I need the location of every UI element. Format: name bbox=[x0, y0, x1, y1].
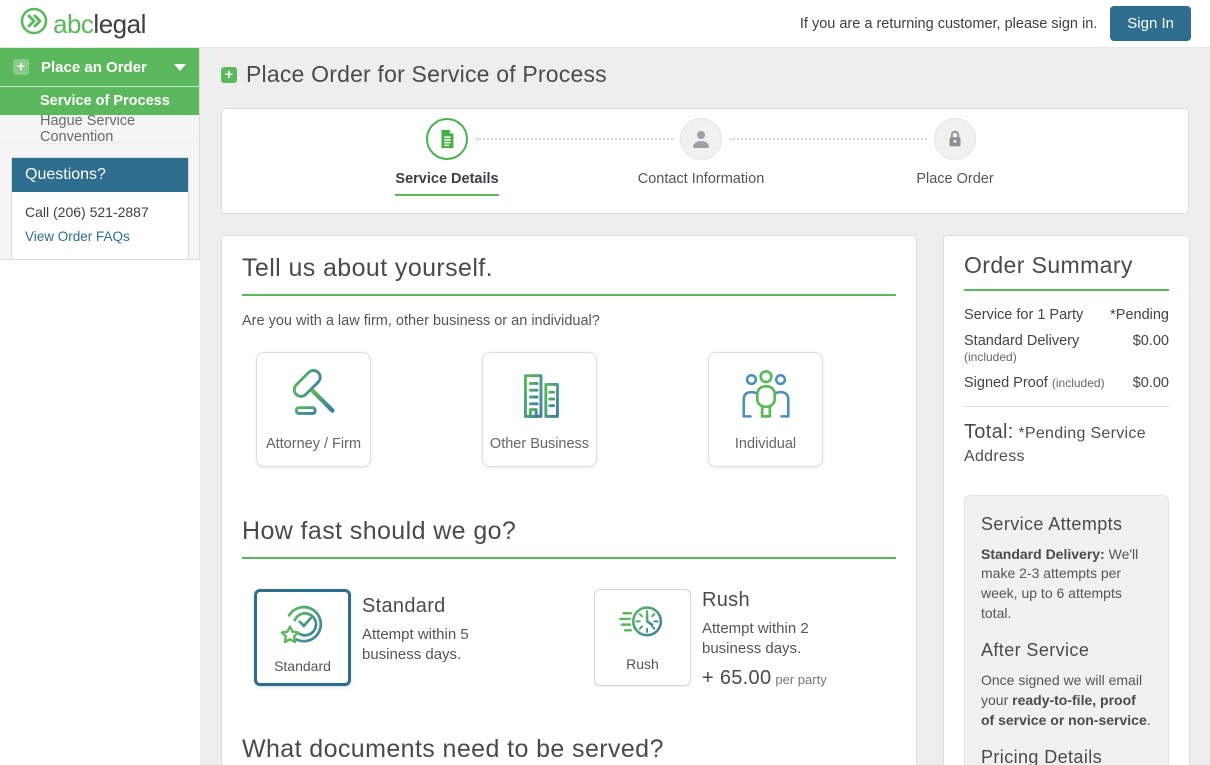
heading-underline bbox=[964, 289, 1169, 291]
support-phone: Call (206) 521-2887 bbox=[25, 204, 175, 220]
step-contact-information[interactable]: Contact Information bbox=[616, 118, 786, 188]
chevron-down-icon bbox=[174, 64, 186, 71]
stepper: Service Details Contact Information Plac… bbox=[221, 108, 1189, 214]
rush-speed-tile[interactable]: Rush bbox=[594, 589, 691, 686]
standard-clock-icon bbox=[277, 599, 329, 651]
page-title-row: + Place Order for Service of Process bbox=[221, 61, 607, 88]
gavel-icon bbox=[283, 366, 345, 428]
speed-option-description: Attempt within 5 business days. bbox=[362, 625, 527, 665]
tile-label: Standard bbox=[257, 658, 348, 674]
sidebar-item-service-of-process[interactable]: Service of Process bbox=[0, 86, 199, 115]
summary-row: Service for 1 Party *Pending bbox=[964, 307, 1169, 323]
questions-box: Questions? Call (206) 521-2887 View Orde… bbox=[11, 157, 189, 260]
rush-price: + 65.00per party bbox=[702, 667, 867, 690]
plus-icon: + bbox=[13, 59, 29, 75]
speed-option-description: Attempt within 2 business days. bbox=[702, 619, 867, 659]
pricing-details-title: Pricing Details bbox=[981, 747, 1152, 765]
logo-chevron-icon bbox=[19, 6, 49, 41]
page-title: Place Order for Service of Process bbox=[246, 61, 607, 88]
summary-rows: Service for 1 Party *Pending Standard De… bbox=[964, 307, 1169, 391]
sign-in-button[interactable]: Sign In bbox=[1110, 6, 1191, 41]
questions-box-title: Questions? bbox=[12, 158, 188, 192]
other-business-card[interactable]: Other Business bbox=[482, 352, 597, 467]
summary-row: Standard Delivery (included) $0.00 bbox=[964, 333, 1169, 365]
summary-info-box: Service Attempts Standard Delivery: We'l… bbox=[964, 495, 1169, 765]
sidebar-item-label: Service of Process bbox=[40, 93, 170, 109]
card-label: Attorney / Firm bbox=[257, 436, 370, 452]
service-attempts-title: Service Attempts bbox=[981, 514, 1152, 535]
speed-option-title: Standard bbox=[362, 595, 527, 618]
speed-option-title: Rush bbox=[702, 589, 867, 612]
building-icon bbox=[509, 366, 571, 428]
summary-row: Signed Proof (included) $0.00 bbox=[964, 375, 1169, 391]
lock-icon bbox=[944, 128, 966, 150]
plus-icon: + bbox=[221, 67, 237, 83]
total-line: Total: *Pending Service Address bbox=[964, 419, 1169, 468]
service-details-panel: Tell us about yourself. Are you with a l… bbox=[221, 235, 917, 765]
rush-speed-text: Rush Attempt within 2 business days. + 6… bbox=[702, 589, 867, 690]
view-order-faqs-link[interactable]: View Order FAQs bbox=[25, 229, 175, 244]
card-label: Other Business bbox=[483, 436, 596, 452]
standard-speed-tile[interactable]: Standard bbox=[254, 589, 351, 686]
main-content: + Place Order for Service of Process Ser… bbox=[200, 48, 1210, 765]
heading-underline bbox=[242, 557, 896, 559]
individual-card[interactable]: Individual bbox=[708, 352, 823, 467]
speed-options: Standard Standard Attempt within 5 busin… bbox=[242, 589, 896, 693]
sidebar-item-place-an-order[interactable]: + Place an Order bbox=[0, 48, 199, 86]
step-label: Place Order bbox=[916, 171, 993, 187]
attorney-firm-card[interactable]: Attorney / Firm bbox=[256, 352, 371, 467]
about-heading: Tell us about yourself. bbox=[242, 254, 896, 283]
document-icon bbox=[436, 128, 458, 150]
abclegal-logo[interactable]: abclegal bbox=[19, 6, 146, 41]
after-service-title: After Service bbox=[981, 640, 1152, 661]
documents-heading: What documents need to be served? bbox=[242, 735, 896, 764]
step-place-order[interactable]: Place Order bbox=[870, 118, 1040, 188]
service-attempts-text: Standard Delivery: We'll make 2-3 attemp… bbox=[981, 545, 1152, 625]
logo-wordmark: abclegal bbox=[53, 11, 146, 37]
sidebar-item-hague-service-convention[interactable]: Hague Service Convention bbox=[0, 115, 199, 144]
speed-heading: How fast should we go? bbox=[242, 517, 896, 546]
people-icon bbox=[735, 366, 797, 428]
step-label: Contact Information bbox=[638, 171, 765, 187]
sidebar-item-label: Hague Service Convention bbox=[40, 113, 199, 145]
step-service-details[interactable]: Service Details bbox=[362, 118, 532, 196]
after-service-text: Once signed we will email your ready-to-… bbox=[981, 671, 1152, 731]
top-header: abclegal If you are a returning customer… bbox=[0, 0, 1210, 48]
about-question: Are you with a law firm, other business … bbox=[242, 313, 896, 329]
rush-clock-icon bbox=[617, 597, 669, 649]
order-summary-panel: Order Summary Service for 1 Party *Pendi… bbox=[943, 235, 1190, 765]
sidebar-root-label: Place an Order bbox=[41, 59, 147, 76]
step-label: Service Details bbox=[395, 171, 498, 196]
sidebar: + Place an Order Service of Process Hagu… bbox=[0, 48, 200, 260]
returning-customer-text: If you are a returning customer, please … bbox=[800, 16, 1097, 32]
card-label: Individual bbox=[709, 436, 822, 452]
tile-label: Rush bbox=[595, 656, 690, 672]
customer-type-options: Attorney / Firm Other Business bbox=[256, 352, 896, 467]
heading-underline bbox=[242, 294, 896, 296]
person-icon bbox=[689, 127, 713, 151]
standard-speed-text: Standard Attempt within 5 business days. bbox=[362, 595, 527, 665]
summary-divider bbox=[964, 406, 1169, 407]
order-summary-heading: Order Summary bbox=[964, 252, 1169, 279]
